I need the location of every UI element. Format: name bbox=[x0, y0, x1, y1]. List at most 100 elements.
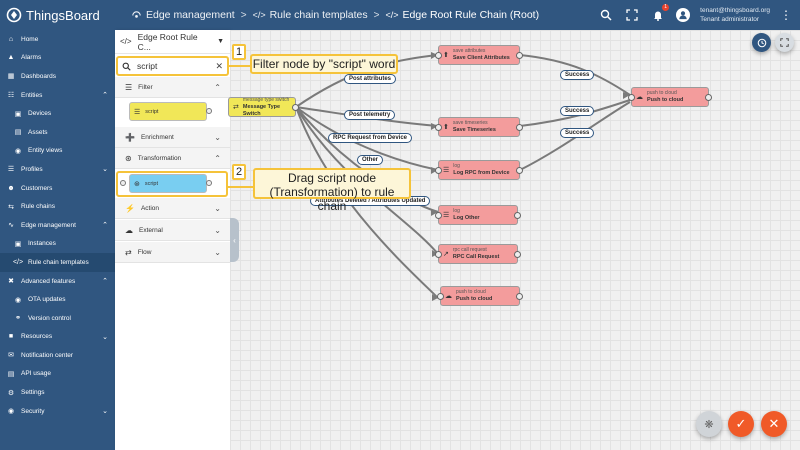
sidebar-item-customers[interactable]: ☻ Customers bbox=[0, 179, 115, 198]
sidebar-item-devices[interactable]: ▣ Devices bbox=[0, 104, 115, 123]
node-output-port[interactable] bbox=[516, 124, 523, 131]
chevron-up-icon: ⌃ bbox=[102, 222, 108, 230]
more-vert-icon[interactable]: ⋮ bbox=[780, 8, 792, 22]
connection-label-success[interactable]: Success bbox=[560, 70, 595, 80]
sidebar-item-resources[interactable]: ■ Resources ⌄ bbox=[0, 328, 115, 347]
script-transformation-node[interactable]: ⊛ script bbox=[129, 174, 207, 193]
rule-chain-canvas[interactable]: ⇄ message type switch Message Type Switch… bbox=[228, 30, 800, 450]
rule-node-log-rpc[interactable]: ☰ log Log RPC from Device bbox=[435, 160, 523, 180]
node-output-port[interactable] bbox=[516, 293, 523, 300]
rule-node-rpc-call-request[interactable]: ↗ rpc call request RPC Call Request bbox=[435, 244, 521, 264]
user-info[interactable]: tenant@thingsboard.org Tenant administra… bbox=[700, 6, 770, 24]
settings-icon: ⚙ bbox=[7, 389, 15, 397]
category-flow[interactable]: ⇄ Flow ⌄ bbox=[115, 242, 230, 263]
sidebar-item-entity-views[interactable]: ◉ Entity views bbox=[0, 142, 115, 161]
sidebar-item-home[interactable]: ⌂ Home bbox=[0, 30, 115, 49]
connection-label-success[interactable]: Success bbox=[560, 128, 595, 138]
filter-node-item[interactable]: ☰ script bbox=[115, 98, 230, 126]
debug-button[interactable]: ❋ bbox=[696, 411, 722, 437]
connection-label-rpc-request[interactable]: RPC Request from Device bbox=[328, 133, 413, 143]
node-search-input[interactable] bbox=[137, 61, 203, 71]
sidebar-item-alarms[interactable]: ▲ Alarms bbox=[0, 49, 115, 68]
category-enrichment[interactable]: ➕ Enrichment ⌄ bbox=[115, 127, 230, 148]
transformation-node-item[interactable]: ⊛ script bbox=[115, 170, 230, 198]
sidebar-item-rule-chain-templates[interactable]: </> Rule chain templates bbox=[0, 253, 115, 272]
version-history-button[interactable] bbox=[752, 33, 771, 52]
breadcrumb-rule-chain-templates[interactable]: </> Rule chain templates bbox=[253, 9, 368, 21]
search-button[interactable] bbox=[598, 7, 614, 23]
node-output-port[interactable] bbox=[292, 104, 299, 111]
sidebar-item-label: Devices bbox=[28, 110, 52, 118]
edge-icon: ∿ bbox=[8, 222, 14, 230]
connection-label-post-attributes[interactable]: Post attributes bbox=[344, 74, 397, 84]
sidebar-item-notification-center[interactable]: ✉ Notification center bbox=[0, 346, 115, 365]
connection-label-post-telemetry[interactable]: Post telemetry bbox=[344, 110, 396, 120]
node-output-port[interactable] bbox=[705, 94, 712, 101]
app-name: ThingsBoard bbox=[26, 7, 100, 23]
sidebar-item-version-control[interactable]: ⚭ Version control bbox=[0, 309, 115, 328]
device-icon: ▣ bbox=[14, 110, 22, 118]
rule-chain-icon: ⇆ bbox=[8, 203, 14, 211]
sidebar-item-profiles[interactable]: ☰ Profiles ⌄ bbox=[0, 160, 115, 179]
decline-changes-button[interactable]: ✕ bbox=[761, 411, 787, 437]
category-filter[interactable]: ☰ Filter ⌃ bbox=[115, 77, 230, 98]
rule-node-push-to-cloud-right[interactable]: ☁ push to cloud Push to cloud bbox=[628, 87, 712, 107]
sidebar-item-edge-management[interactable]: ∿ Edge management ⌃ bbox=[0, 216, 115, 235]
rule-chain-select[interactable]: </> Edge Root Rule C... ▼ bbox=[115, 30, 230, 54]
connection-label-success[interactable]: Success bbox=[560, 106, 595, 116]
node-output-port[interactable] bbox=[514, 251, 521, 258]
notification-icon: ✉ bbox=[8, 352, 14, 360]
script-filter-node[interactable]: ☰ script bbox=[129, 102, 207, 121]
node-input-port[interactable] bbox=[628, 94, 635, 101]
apply-changes-button[interactable]: ✓ bbox=[728, 411, 754, 437]
sidebar-item-label: Alarms bbox=[21, 54, 42, 62]
upload-icon: ⬆ bbox=[443, 123, 449, 131]
category-action[interactable]: ⚡ Action ⌄ bbox=[115, 198, 230, 219]
avatar[interactable] bbox=[676, 8, 691, 22]
fullscreen-button[interactable] bbox=[624, 7, 640, 23]
connection-label-other[interactable]: Other bbox=[357, 155, 384, 165]
sidebar-item-label: Security bbox=[21, 407, 45, 415]
collapse-panel-button[interactable]: ‹ bbox=[230, 218, 239, 262]
alarm-icon: ▲ bbox=[7, 54, 15, 62]
node-input-port[interactable] bbox=[435, 251, 442, 258]
sidebar-item-settings[interactable]: ⚙ Settings bbox=[0, 383, 115, 402]
node-input-port[interactable] bbox=[435, 212, 442, 219]
node-input-port[interactable] bbox=[435, 52, 442, 59]
node-input-port[interactable] bbox=[435, 124, 442, 131]
asset-icon: ▤ bbox=[14, 129, 22, 137]
sidebar-item-advanced-features[interactable]: ✖ Advanced features ⌃ bbox=[0, 272, 115, 291]
node-search-box[interactable]: ✕ bbox=[116, 56, 229, 76]
rule-node-save-timeseries[interactable]: ⬆ save timeseries Save Timeseries bbox=[435, 117, 523, 137]
notifications-button[interactable]: 1 bbox=[650, 4, 670, 23]
sidebar-item-security[interactable]: ◉ Security ⌄ bbox=[0, 402, 115, 421]
node-input-port[interactable] bbox=[435, 167, 442, 174]
sidebar-item-rule-chains[interactable]: ⇆ Rule chains bbox=[0, 197, 115, 216]
rule-node-save-attributes[interactable]: ⬆ save attributes Save Client Attributes bbox=[435, 45, 523, 65]
app-logo[interactable]: ThingsBoard bbox=[0, 0, 115, 30]
node-output-port[interactable] bbox=[516, 167, 523, 174]
node-output-port[interactable] bbox=[514, 212, 521, 219]
sidebar-item-ota-updates[interactable]: ◉ OTA updates bbox=[0, 290, 115, 309]
node-output-port[interactable] bbox=[516, 52, 523, 59]
sidebar-item-assets[interactable]: ▤ Assets bbox=[0, 123, 115, 142]
sidebar-item-api-usage[interactable]: ▤ API usage bbox=[0, 365, 115, 384]
sidebar-item-entities[interactable]: ☷ Entities ⌃ bbox=[0, 86, 115, 105]
breadcrumb-current: </> Edge Root Rule Chain (Root) bbox=[386, 9, 540, 21]
sidebar-item-dashboards[interactable]: ▦ Dashboards bbox=[0, 67, 115, 86]
chevron-down-icon: ⌄ bbox=[214, 247, 221, 257]
rule-node-message-type-switch[interactable]: ⇄ message type switch Message Type Switch bbox=[228, 97, 299, 117]
category-transformation[interactable]: ⊛ Transformation ⌃ bbox=[115, 148, 230, 169]
rule-node-log-other[interactable]: ☰ log Log Other bbox=[435, 205, 521, 225]
category-label: Filter bbox=[138, 83, 153, 91]
breadcrumb-edge-management[interactable]: Edge management bbox=[131, 9, 235, 21]
category-external[interactable]: ☁ External ⌄ bbox=[115, 220, 230, 241]
fullscreen-canvas-button[interactable] bbox=[775, 33, 794, 52]
sidebar-item-instances[interactable]: ▣ Instances bbox=[0, 235, 115, 254]
rule-node-push-to-cloud-bottom[interactable]: ☁ push to cloud Push to cloud bbox=[437, 286, 523, 306]
edge-icon bbox=[132, 10, 141, 18]
node-input-port[interactable] bbox=[437, 293, 444, 300]
clear-search-icon[interactable]: ✕ bbox=[215, 61, 223, 72]
sidebar-item-label: Notification center bbox=[21, 351, 74, 359]
breadcrumb-label: Rule chain templates bbox=[269, 9, 368, 21]
